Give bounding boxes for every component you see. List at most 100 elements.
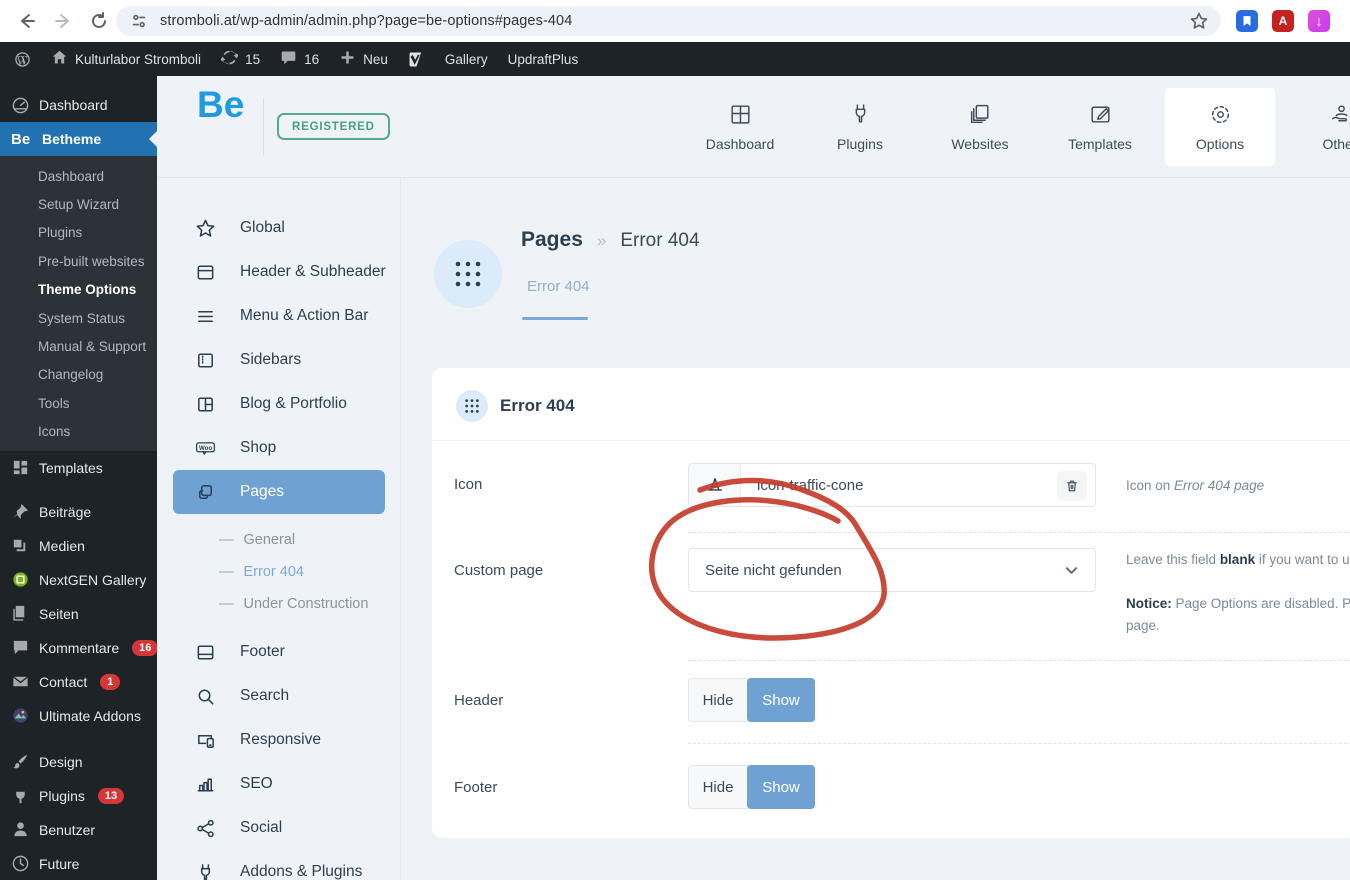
submenu-dashboard[interactable]: Dashboard <box>0 162 157 190</box>
pdf-extension-icon[interactable]: A <box>1272 10 1294 32</box>
submenu-setup-wizard[interactable]: Setup Wizard <box>0 190 157 218</box>
new-item[interactable]: Neu <box>329 42 398 76</box>
sidebar-item-label: Dashboard <box>39 97 108 113</box>
gear-icon <box>1211 105 1229 124</box>
sidebar-item-global[interactable]: Global <box>157 206 401 250</box>
header-show-button[interactable]: Show <box>747 678 815 722</box>
bookmarks-extension-icon[interactable] <box>1236 10 1258 32</box>
yoast-item[interactable] <box>398 42 435 76</box>
comments-item[interactable]: 16 <box>270 42 329 76</box>
bar-chart-icon <box>197 777 214 791</box>
panel-divider <box>432 440 1350 441</box>
header-hide-button[interactable]: Hide <box>688 678 748 722</box>
submenu-plugins[interactable]: Plugins <box>0 219 157 247</box>
screen: stromboli.at/wp-admin/admin.php?page=be-… <box>0 0 1350 880</box>
updraft-item[interactable]: UpdraftPlus <box>498 42 589 76</box>
sidebar-item-label: Betheme <box>42 131 102 147</box>
sidebar-item-design[interactable]: Design <box>0 745 157 779</box>
sidebar-item-dashboard[interactable]: Dashboard <box>0 88 157 122</box>
sidebar-item-label: Seiten <box>39 605 79 622</box>
sidebar-item-plugins[interactable]: Plugins 13 <box>0 779 157 813</box>
sidebar-item-menu-action-bar[interactable]: Menu & Action Bar <box>157 294 401 338</box>
sidebar-item-sidebars[interactable]: Sidebars <box>157 338 401 382</box>
sidebar-item-ultimate-addons[interactable]: Ultimate Addons <box>0 699 157 733</box>
updates-icon <box>220 49 240 69</box>
plugins-count-badge: 13 <box>97 787 125 804</box>
sidebar-item-betheme[interactable]: Be Betheme <box>0 122 157 156</box>
sidebar-item-responsive[interactable]: Responsive <box>157 718 401 762</box>
gallery-item[interactable]: Gallery <box>435 42 498 76</box>
sidebar-item-kommentare[interactable]: Kommentare 16 <box>0 631 159 665</box>
pages-icon <box>13 606 25 622</box>
sidebar-item-addons-plugins[interactable]: Addons & Plugins <box>157 850 401 880</box>
svg-text:Woo: Woo <box>199 445 212 451</box>
betheme-mini-logo: Be <box>11 130 31 148</box>
site-settings-icon[interactable] <box>130 12 148 30</box>
tab-templates[interactable]: Templates <box>1045 88 1155 166</box>
icon-help-text: Icon on Error 404 page <box>1126 478 1265 493</box>
sidebar-item-shop[interactable]: Woo Shop <box>157 426 401 470</box>
bookmark-star-icon[interactable] <box>1189 11 1209 31</box>
back-icon[interactable] <box>10 4 44 38</box>
download-extension-icon[interactable]: ↓ <box>1308 10 1330 32</box>
sidebar-item-contact[interactable]: Contact 1 <box>0 665 157 699</box>
ultimate-addons-icon <box>13 708 28 724</box>
breadcrumb-separator: » <box>596 231 607 250</box>
forward-icon[interactable] <box>46 4 80 38</box>
subitem-general[interactable]: — General <box>219 524 295 556</box>
tab-plugins[interactable]: Plugins <box>805 88 915 166</box>
betheme-submenu: Dashboard Setup Wizard Plugins Pre-built… <box>0 156 157 451</box>
sidebar-item-footer[interactable]: Footer <box>157 630 401 674</box>
subitem-under-construction[interactable]: — Under Construction <box>219 588 368 620</box>
sidebar-item-benutzer[interactable]: Benutzer <box>0 813 157 847</box>
sidebar-item-pages[interactable]: Pages <box>173 470 385 514</box>
submenu-system-status[interactable]: System Status <box>0 304 157 332</box>
sidebar-item-search[interactable]: Search <box>157 674 401 718</box>
comment-icon <box>13 641 28 655</box>
visit-site-item[interactable]: Kulturlabor Stromboli <box>41 42 211 76</box>
wordpress-logo-icon[interactable] <box>0 42 41 76</box>
panel-dots-icon <box>456 390 488 422</box>
sidebar-item-templates[interactable]: Templates <box>0 451 157 485</box>
sidebar-item-social[interactable]: Social <box>157 806 401 850</box>
icon-field[interactable]: icon-traffic-cone <box>688 463 1096 507</box>
sidebar-item-beitraege[interactable]: Beiträge <box>0 495 157 529</box>
sidebar-item-header-subheader[interactable]: Header & Subheader <box>157 250 401 294</box>
tab-websites[interactable]: Websites <box>925 88 1035 166</box>
tab-dashboard[interactable]: Dashboard <box>685 88 795 166</box>
sidebar-item-seiten[interactable]: Seiten <box>0 597 157 631</box>
footer-show-button[interactable]: Show <box>747 765 815 809</box>
panel-title: Error 404 <box>500 396 575 415</box>
sidebar-item-future[interactable]: Future <box>0 847 157 880</box>
sidebar-item-blog-portfolio[interactable]: Blog & Portfolio <box>157 382 401 426</box>
custom-page-select[interactable]: Seite nicht gefunden <box>688 548 1096 592</box>
submenu-prebuilt-websites[interactable]: Pre-built websites <box>0 247 157 275</box>
breadcrumb-parent: Pages <box>521 228 583 251</box>
reload-icon[interactable] <box>82 4 116 38</box>
tab-error-404[interactable]: Error 404 <box>527 278 590 295</box>
subitem-error-404[interactable]: — Error 404 <box>219 556 304 588</box>
new-label: Neu <box>363 51 388 67</box>
notice-text-line1: Notice: Page Options are disabled. Plug <box>1126 596 1350 611</box>
updates-item[interactable]: 15 <box>211 42 270 76</box>
address-bar[interactable]: stromboli.at/wp-admin/admin.php?page=be-… <box>116 6 1221 36</box>
footer-box-icon <box>197 645 214 659</box>
footer-hide-button[interactable]: Hide <box>688 765 748 809</box>
sidebar-item-label: Future <box>39 855 80 872</box>
sidebar-item-nextgen[interactable]: NextGEN Gallery <box>0 563 157 597</box>
header-divider <box>263 98 264 156</box>
submenu-icons[interactable]: Icons <box>0 418 157 446</box>
submenu-changelog[interactable]: Changelog <box>0 361 157 389</box>
submenu-tools[interactable]: Tools <box>0 389 157 417</box>
sidebar-item-seo[interactable]: SEO <box>157 762 401 806</box>
plug-icon <box>855 104 865 123</box>
footer-toggle: Hide Show <box>688 765 815 809</box>
submenu-manual-support[interactable]: Manual & Support <box>0 332 157 360</box>
submenu-theme-options[interactable]: Theme Options <box>0 276 157 304</box>
sidebar-item-medien[interactable]: Medien <box>0 529 157 563</box>
trash-icon[interactable] <box>1057 471 1087 501</box>
url-text[interactable]: stromboli.at/wp-admin/admin.php?page=be-… <box>160 13 572 29</box>
tab-options[interactable]: Options <box>1165 88 1275 166</box>
sidebar-item-label: Beiträge <box>39 503 92 520</box>
tab-other[interactable]: Other <box>1285 88 1350 166</box>
